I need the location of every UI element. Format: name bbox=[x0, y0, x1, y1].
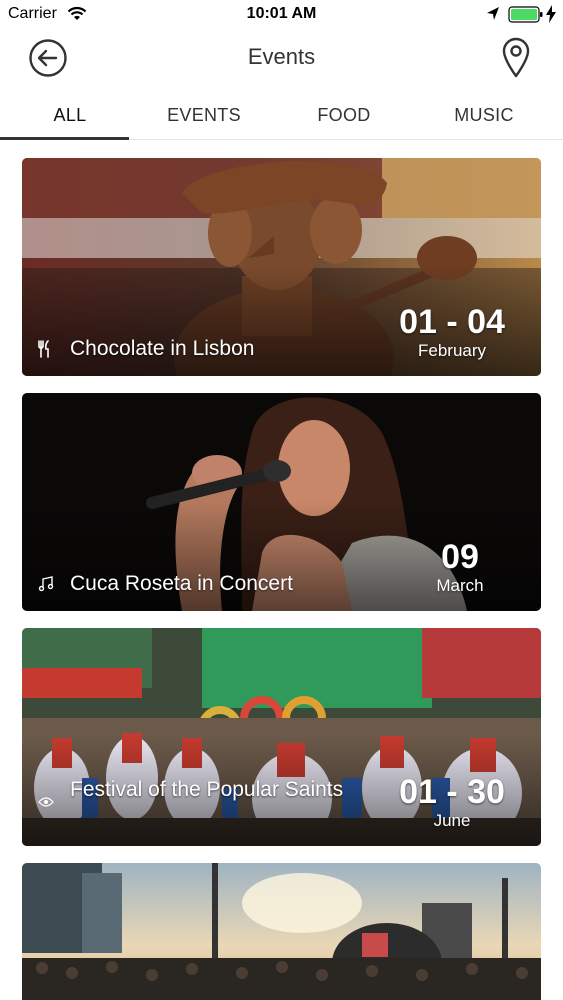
page-title: Events bbox=[247, 44, 316, 69]
map-pin-icon bbox=[502, 37, 530, 78]
battery-icon bbox=[508, 6, 543, 23]
category-tabs: ALL EVENTS FOOD MUSIC bbox=[0, 92, 563, 142]
event-card-chocolate[interactable]: Chocolate in Lisbon 01 - 04 February bbox=[22, 158, 541, 376]
fork-knife-icon bbox=[38, 340, 49, 358]
event-card-outdoor-concert[interactable] bbox=[22, 863, 541, 1000]
event-title: Cuca Roseta in Concert bbox=[70, 572, 293, 595]
event-photo bbox=[22, 863, 541, 1000]
active-tab-indicator bbox=[0, 137, 129, 140]
tab-music[interactable]: MUSIC bbox=[414, 92, 554, 142]
event-date: 01 - 04 February bbox=[377, 304, 527, 362]
event-date-days: 09 bbox=[441, 538, 479, 576]
event-date-days: 01 - 04 bbox=[399, 303, 505, 341]
eye-icon bbox=[38, 797, 54, 807]
status-time: 10:01 AM bbox=[246, 5, 317, 22]
tab-all[interactable]: ALL bbox=[0, 92, 140, 142]
location-arrow-icon bbox=[487, 7, 499, 20]
event-date: 01 - 30 June bbox=[377, 774, 527, 832]
event-date-month: February bbox=[417, 341, 487, 360]
event-date-month: March bbox=[436, 576, 484, 595]
event-card-popular-saints[interactable]: Festival of the Popular Saints 01 - 30 J… bbox=[22, 628, 541, 846]
event-date: 09 March bbox=[385, 539, 535, 597]
status-bar: Carrier 10:01 AM bbox=[0, 0, 563, 30]
event-title: Chocolate in Lisbon bbox=[70, 337, 255, 360]
event-title: Festival of the Popular Saints bbox=[70, 778, 344, 801]
music-note-icon bbox=[38, 576, 54, 592]
map-button[interactable] bbox=[500, 36, 532, 80]
event-date-days: 01 - 30 bbox=[399, 773, 505, 811]
tab-events[interactable]: EVENTS bbox=[134, 92, 274, 142]
event-date-month: June bbox=[433, 811, 471, 830]
nav-bar: Events bbox=[0, 30, 563, 88]
tab-food[interactable]: FOOD bbox=[274, 92, 414, 142]
charging-bolt-icon bbox=[546, 5, 556, 23]
event-card-cuca-roseta[interactable]: Cuca Roseta in Concert 09 March bbox=[22, 393, 541, 611]
